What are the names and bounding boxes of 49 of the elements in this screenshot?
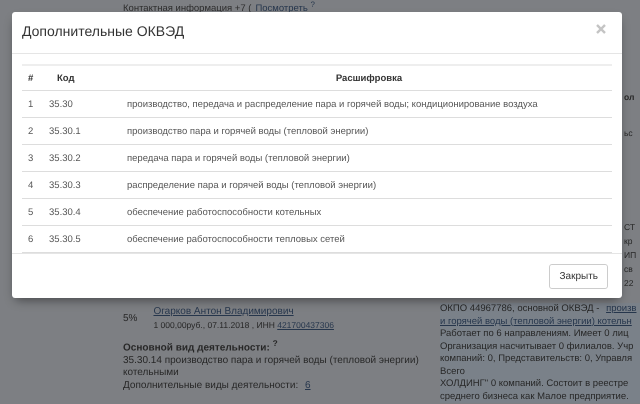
table-cell: производство, передача и распределение пара и горячей воды; кондиционирование воздуха: [126, 90, 612, 118]
partial-text: ьс: [624, 128, 634, 138]
section-heading: Основной вид деятельности: $^{?}$: [123, 337, 279, 355]
table-cell: 4: [22, 172, 49, 198]
table-cell: обеспечение работоспособности тепловых сетей: [126, 226, 612, 252]
partial-text: СТ: [624, 222, 636, 232]
partial-text: св: [624, 264, 634, 274]
summary-text: компаний: 0, Представительств: 0, Управля: [440, 353, 632, 364]
summary-text: среднего бизнеса как Малое предприятие.: [440, 390, 629, 402]
table-cell: 35.30.2: [49, 144, 126, 172]
partial-text: кр: [624, 236, 634, 246]
partial-text: ол: [624, 92, 636, 102]
owner-link[interactable]: Огарков Антон Владимирович: [153, 306, 294, 318]
table-cell: 35.30.3: [49, 172, 126, 198]
table-cell: 5: [22, 198, 49, 226]
table-cell: 2: [22, 118, 49, 144]
summary-text: ХОЛДИНГ" 0 компаний. Состоит в реестре: [440, 378, 628, 390]
summary-text: Работает по 6 направлениям. Имеет 0 лиц: [440, 328, 629, 340]
table-cell: 35.30.1: [49, 118, 126, 144]
close-button[interactable]: Закрыть: [549, 264, 608, 288]
modal-title: Дополнительные ОКВЭД: [22, 22, 184, 38]
table-cell: 35.30.5: [49, 226, 126, 252]
table-cell: передача пара и горячей воды (тепловой энергии): [126, 144, 612, 172]
share-percent: 5%: [123, 312, 138, 326]
column-header: Код: [49, 65, 126, 90]
close-icon[interactable]: [596, 24, 606, 34]
table-cell: 35.30: [49, 90, 126, 118]
okved-link[interactable]: и горячей воды (тепловой энергии) котельн: [440, 316, 632, 327]
count-link[interactable]: 6: [305, 380, 311, 391]
table-cell: 6: [22, 226, 49, 252]
table-cell: производство пара и горячей воды (тепловой энергии): [126, 118, 612, 144]
table-cell: 1: [22, 90, 49, 118]
partial-text: 22: [624, 278, 634, 288]
owner-details: 1 000,00руб., 07.11.2018 , ИНН: [153, 320, 276, 330]
table-cell: обеспечение работоспособности котельных: [126, 198, 612, 226]
summary-text: ОКПО 44967786, основной ОКВЭД -: [440, 303, 600, 314]
inn-link[interactable]: 421700437306: [277, 320, 334, 330]
activity-text: 35.30.14 производство пара и горячей воды (тепловой энергии) котельными: [123, 354, 420, 380]
column-header: #: [22, 65, 49, 90]
column-header: Расшифровка: [126, 65, 612, 90]
summary-text: Организация насчитывает 0 филиалов. Учр: [440, 340, 634, 352]
partial-text: ИП: [624, 250, 636, 260]
table-cell: распределение пара и горячей воды (тепловой энергии): [126, 172, 612, 198]
summary-text: Всего: [440, 366, 465, 377]
table-cell: 35.30.4: [49, 198, 126, 226]
view-link[interactable]: Посмотреть $^{?}$: [255, 3, 315, 14]
okved-link[interactable]: произв: [606, 303, 636, 314]
table-cell: 3: [22, 144, 49, 172]
extra-activity-label: Дополнительные виды деятельности:: [123, 380, 300, 391]
